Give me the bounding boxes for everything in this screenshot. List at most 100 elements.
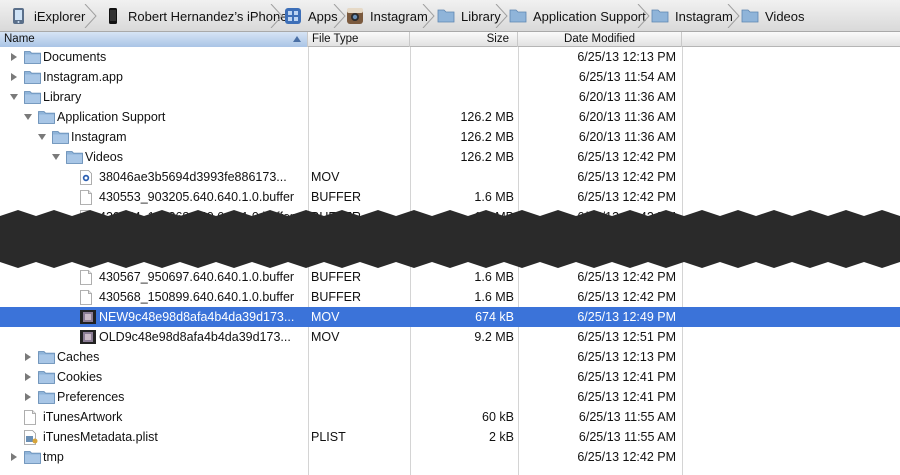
breadcrumb-label: Videos bbox=[765, 8, 805, 24]
table-row[interactable]: Cookies 6/25/13 12:41 PM bbox=[0, 367, 900, 387]
file-name: Library bbox=[43, 90, 82, 104]
table-row[interactable]: Caches 6/25/13 12:13 PM bbox=[0, 347, 900, 367]
date-modified: 6/20/13 11:36 AM bbox=[578, 90, 676, 104]
file-name: Caches bbox=[57, 350, 100, 364]
breadcrumb-label: iExplorer bbox=[34, 8, 86, 24]
apps-icon bbox=[284, 7, 302, 25]
column-type-header[interactable]: File Type bbox=[308, 32, 410, 47]
file-name: Documents bbox=[43, 50, 107, 64]
breadcrumb-label: Instagram bbox=[370, 8, 428, 24]
iexplorer-icon bbox=[10, 7, 28, 25]
date-modified: 6/25/13 12:13 PM bbox=[577, 50, 676, 64]
breadcrumb-apps[interactable]: Apps bbox=[284, 0, 338, 32]
folder-icon bbox=[38, 370, 55, 387]
column-name-header[interactable]: Name bbox=[0, 32, 308, 47]
column-size-label: Size bbox=[486, 33, 509, 45]
date-modified: 6/25/13 12:42 PM bbox=[577, 150, 676, 164]
disclosure-closed-icon[interactable] bbox=[11, 53, 17, 61]
folder-icon bbox=[24, 50, 41, 67]
video-thumbnail-icon bbox=[80, 330, 96, 347]
disclosure-open-icon[interactable] bbox=[24, 114, 32, 120]
file-name: Instagram.app bbox=[43, 70, 123, 84]
date-modified: 6/20/13 11:36 AM bbox=[578, 110, 676, 124]
table-row[interactable]: 430553_903205.640.640.1.0.buffer BUFFER 1.… bbox=[0, 187, 900, 207]
file-type bbox=[311, 67, 407, 87]
table-row[interactable]: NEW9c48e98d8afa4b4da39d173... MOV 674 kB 6/… bbox=[0, 307, 900, 327]
breadcrumb-separator bbox=[270, 4, 283, 28]
file-name: 38046ae3b5694d3993fe886173... bbox=[99, 170, 287, 184]
column-header-filler bbox=[682, 32, 900, 47]
table-row[interactable]: Videos 126.2 MB 6/25/13 12:42 PM bbox=[0, 147, 900, 167]
breadcrumb-bar: iExplorer Robert Hernandez’s iPhone Apps… bbox=[0, 0, 900, 32]
video-thumbnail-icon bbox=[80, 310, 96, 327]
name-cell: Caches bbox=[0, 347, 308, 367]
table-row[interactable]: Preferences 6/25/13 12:41 PM bbox=[0, 387, 900, 407]
iphone-icon bbox=[104, 7, 122, 25]
breadcrumb-application-support[interactable]: Application Support bbox=[509, 0, 646, 32]
breadcrumb-videos[interactable]: Videos bbox=[741, 0, 805, 32]
folder-icon bbox=[24, 70, 41, 87]
file-size: 1.6 MB bbox=[474, 270, 514, 284]
breadcrumb-label: Application Support bbox=[533, 8, 646, 24]
disclosure-closed-icon[interactable] bbox=[25, 373, 31, 381]
name-cell: 430567_950697.640.640.1.0.buffer bbox=[0, 267, 308, 287]
table-row[interactable]: 38046ae3b5694d3993fe886173... MOV 6/25/13 … bbox=[0, 167, 900, 187]
breadcrumb-instagram-app[interactable]: Instagram bbox=[346, 0, 428, 32]
name-cell: iTunesArtwork bbox=[0, 407, 308, 427]
table-row[interactable]: Library 6/20/13 11:36 AM bbox=[0, 87, 900, 107]
document-icon bbox=[80, 190, 92, 207]
name-cell: Library bbox=[0, 87, 308, 107]
column-name-label: Name bbox=[4, 33, 35, 45]
sort-ascending-icon bbox=[293, 36, 301, 42]
torn-edge-divider bbox=[0, 210, 900, 268]
file-size: 126.2 MB bbox=[460, 110, 514, 124]
file-name: tmp bbox=[43, 450, 64, 464]
breadcrumb-library[interactable]: Library bbox=[437, 0, 501, 32]
disclosure-open-icon[interactable] bbox=[38, 134, 46, 140]
file-name: Instagram bbox=[71, 130, 127, 144]
folder-icon bbox=[741, 7, 759, 25]
table-row[interactable]: Instagram 126.2 MB 6/20/13 11:36 AM bbox=[0, 127, 900, 147]
table-row[interactable]: OLD9c48e98d8afa4b4da39d173... MOV 9.2 MB 6/… bbox=[0, 327, 900, 347]
disclosure-closed-icon[interactable] bbox=[25, 353, 31, 361]
table-row[interactable]: Instagram.app 6/25/13 11:54 AM bbox=[0, 67, 900, 87]
folder-icon bbox=[66, 150, 83, 167]
breadcrumb-separator bbox=[637, 4, 650, 28]
breadcrumb-device[interactable]: Robert Hernandez’s iPhone bbox=[104, 0, 287, 32]
disclosure-closed-icon[interactable] bbox=[25, 393, 31, 401]
table-row[interactable]: 430568_150899.640.640.1.0.buffer BUFFER 1.… bbox=[0, 287, 900, 307]
disclosure-closed-icon[interactable] bbox=[11, 73, 17, 81]
breadcrumb-instagram-folder[interactable]: Instagram bbox=[651, 0, 733, 32]
breadcrumb-separator bbox=[84, 4, 97, 28]
date-modified: 6/25/13 12:42 PM bbox=[577, 190, 676, 204]
folder-icon bbox=[24, 450, 41, 467]
document-icon bbox=[80, 270, 92, 287]
name-cell: 38046ae3b5694d3993fe886173... bbox=[0, 167, 308, 187]
breadcrumb-separator bbox=[495, 4, 508, 28]
document-icon bbox=[80, 290, 92, 307]
table-row[interactable]: Application Support 126.2 MB 6/20/13 11:36… bbox=[0, 107, 900, 127]
file-size bbox=[410, 47, 514, 67]
table-row[interactable]: Documents 6/25/13 12:13 PM bbox=[0, 47, 900, 67]
table-row[interactable]: tmp 6/25/13 12:42 PM bbox=[0, 447, 900, 467]
column-date-header[interactable]: Date Modified bbox=[518, 32, 682, 47]
name-cell: tmp bbox=[0, 447, 308, 467]
date-modified: 6/25/13 11:55 AM bbox=[578, 430, 676, 444]
file-size bbox=[410, 87, 514, 107]
instagram-icon bbox=[346, 7, 364, 25]
breadcrumb-iexplorer[interactable]: iExplorer bbox=[10, 0, 85, 32]
table-row[interactable]: iTunesArtwork 60 kB 6/25/13 11:55 AM bbox=[0, 407, 900, 427]
file-type bbox=[311, 107, 407, 127]
table-row[interactable]: iTunesMetadata.plist PLIST 2 kB 6/25/13 11:… bbox=[0, 427, 900, 447]
disclosure-closed-icon[interactable] bbox=[11, 453, 17, 461]
table-row[interactable]: 430567_950697.640.640.1.0.buffer BUFFER 1.… bbox=[0, 267, 900, 287]
name-cell: Cookies bbox=[0, 367, 308, 387]
folder-icon bbox=[651, 7, 669, 25]
file-name: Videos bbox=[85, 150, 123, 164]
date-modified: 6/25/13 12:42 PM bbox=[577, 270, 676, 284]
column-size-header[interactable]: Size bbox=[410, 32, 518, 47]
disclosure-open-icon[interactable] bbox=[52, 154, 60, 160]
disclosure-open-icon[interactable] bbox=[10, 94, 18, 100]
name-cell: Instagram bbox=[0, 127, 308, 147]
date-modified: 6/25/13 12:42 PM bbox=[577, 290, 676, 304]
